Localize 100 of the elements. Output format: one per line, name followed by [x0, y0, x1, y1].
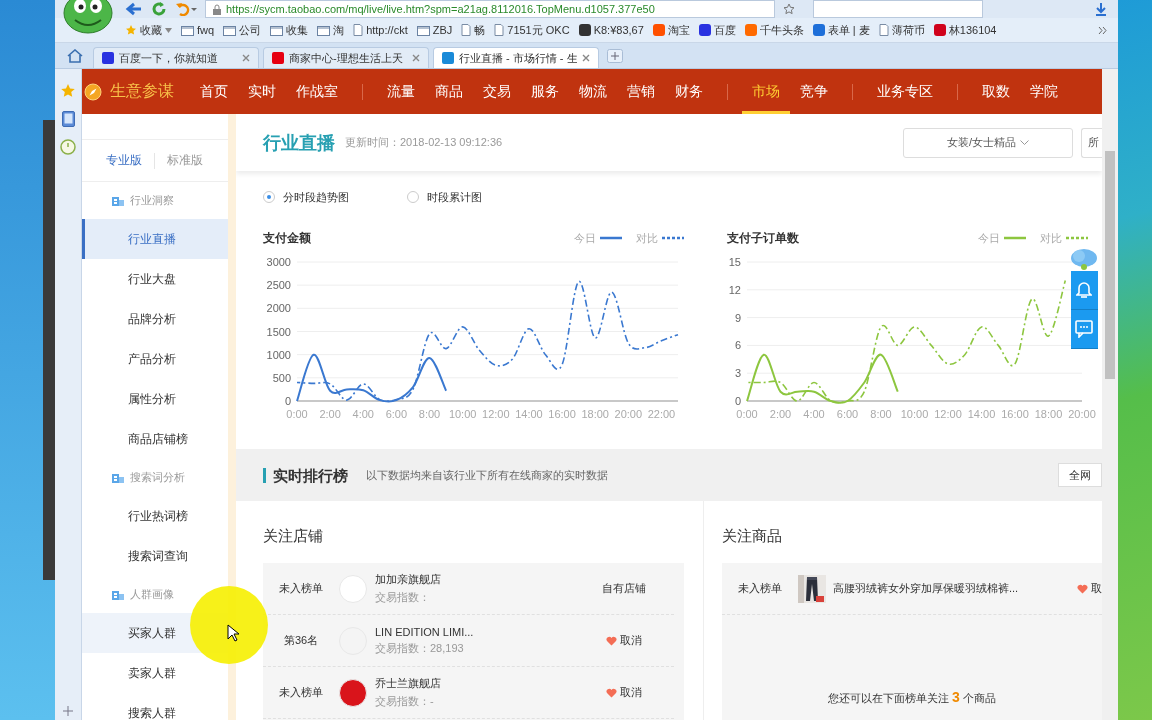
close-icon[interactable]: [242, 54, 250, 62]
nav-item[interactable]: 实时: [238, 69, 286, 114]
product-name[interactable]: 高腰羽绒裤女外穿加厚保暖羽绒棉裤...: [833, 581, 1077, 596]
scroll-thumb[interactable]: [1105, 151, 1115, 379]
sidebar-item[interactable]: 属性分析: [82, 379, 228, 419]
follow-button[interactable]: 自有店铺: [574, 581, 674, 596]
trade-index: 交易指数：28,193: [375, 640, 465, 656]
tablet-icon[interactable]: [61, 111, 75, 127]
bookmark[interactable]: 薄荷币: [878, 22, 925, 38]
nav-item[interactable]: 财务: [665, 69, 713, 114]
sidebar-item[interactable]: 搜索词查询: [82, 536, 228, 576]
notification-button[interactable]: [1070, 271, 1098, 310]
chat-icon: [1075, 320, 1093, 338]
radio-label[interactable]: 时段累计图: [427, 189, 482, 205]
bookmark[interactable]: 收藏: [125, 22, 172, 38]
nav-item[interactable]: 商品: [425, 69, 473, 114]
sidebar-item[interactable]: 行业直播: [82, 219, 228, 259]
x-tick-label: 2:00: [769, 408, 792, 420]
shop-name[interactable]: 乔士兰旗舰店: [375, 676, 574, 691]
nav-item[interactable]: 竞争: [790, 69, 838, 114]
caret-icon: [1020, 139, 1030, 146]
bookmark[interactable]: 畅: [461, 22, 486, 38]
page-icon: [494, 24, 505, 36]
browser-tab[interactable]: 行业直播 - 市场行情 - 生: [433, 47, 599, 68]
sidebar-item[interactable]: 卖家人群: [82, 653, 228, 693]
bookmark[interactable]: 公司: [223, 22, 262, 38]
bookmark[interactable]: 淘: [317, 22, 345, 38]
close-icon[interactable]: [582, 54, 590, 62]
bookmark[interactable]: 百度: [698, 22, 736, 38]
y-tick-label: 9: [734, 311, 741, 324]
x-tick-label: 2:00: [319, 408, 341, 420]
y-tick-label: 3000: [266, 256, 291, 268]
close-icon[interactable]: [412, 54, 420, 62]
search-field[interactable]: [813, 0, 983, 18]
x-tick-label: 4:00: [803, 408, 825, 420]
radio-button[interactable]: [407, 191, 419, 203]
more-icon[interactable]: [1098, 25, 1108, 35]
nav-item[interactable]: 交易: [473, 69, 521, 114]
bookmark[interactable]: http://ckt: [353, 24, 408, 36]
radio-label[interactable]: 分时段趋势图: [283, 189, 349, 205]
filter-button[interactable]: 所: [1081, 127, 1102, 158]
back-icon[interactable]: [125, 2, 143, 16]
undo-icon[interactable]: [175, 2, 197, 16]
bookmark[interactable]: 7151元 OKC: [494, 22, 570, 38]
download-icon[interactable]: [1094, 2, 1108, 16]
sidebar-item[interactable]: 品牌分析: [82, 299, 228, 339]
category-dropdown[interactable]: 女装/女士精品: [903, 127, 1073, 158]
shop-name[interactable]: 加加亲旗舰店: [375, 572, 574, 587]
plus-icon[interactable]: [63, 706, 73, 716]
nav-item[interactable]: 营销: [617, 69, 665, 114]
bookmark[interactable]: fwq: [181, 24, 215, 36]
follow-button[interactable]: 取消: [574, 685, 674, 700]
bookmark[interactable]: 千牛头条: [744, 22, 804, 38]
nav-item[interactable]: 学院: [1020, 69, 1068, 114]
nav-item[interactable]: 首页: [190, 69, 238, 114]
sidebar-item[interactable]: 行业大盘: [82, 259, 228, 299]
brand-name[interactable]: 生意参谋: [110, 81, 174, 102]
bookmark[interactable]: 林136104: [933, 22, 997, 38]
legend-label: 今日: [978, 230, 1000, 246]
compass-icon: [84, 82, 102, 101]
star-icon[interactable]: [60, 83, 76, 99]
bookmark[interactable]: 淘宝: [652, 22, 690, 38]
browser-tab[interactable]: 商家中心-理想生活上天: [263, 47, 429, 68]
follow-button[interactable]: 取消: [574, 633, 674, 648]
sidebar-item[interactable]: 搜索人群: [82, 693, 228, 720]
bookmark[interactable]: 收集: [270, 22, 309, 38]
x-tick-label: 12:00: [934, 408, 962, 420]
shop-name[interactable]: LIN EDITION LIMI...: [375, 625, 574, 638]
folder-icon: [416, 24, 430, 36]
legend-label: 对比: [1040, 230, 1062, 246]
sidebar-item[interactable]: 商品店铺榜: [82, 419, 228, 459]
nav-item[interactable]: 业务专区: [867, 69, 943, 114]
bookmark[interactable]: ZBJ: [416, 24, 453, 36]
y-tick-label: 2000: [266, 302, 291, 315]
page-title: 行业直播: [263, 131, 335, 155]
radio-button[interactable]: [263, 191, 275, 203]
x-tick-label: 0:00: [736, 408, 758, 420]
clock-icon[interactable]: [60, 139, 76, 155]
sidebar-item[interactable]: 产品分析: [82, 339, 228, 379]
scrollbar[interactable]: [1102, 69, 1118, 720]
nav-item[interactable]: 作战室: [286, 69, 348, 114]
chat-button[interactable]: [1070, 310, 1098, 349]
plus-icon[interactable]: [607, 48, 623, 63]
nav-item[interactable]: 取数: [972, 69, 1020, 114]
nav-item[interactable]: 流量: [377, 69, 425, 114]
scope-button[interactable]: 全网: [1058, 463, 1102, 487]
address-field[interactable]: https://sycm.taobao.com/mq/live/live.htm?spm=a21ag.8112016.TopMenu.d1057.377e50: [205, 0, 775, 18]
bookmark[interactable]: K8:¥83,67: [578, 24, 644, 36]
rank-text: 第36名: [282, 633, 320, 648]
sidebar-item[interactable]: 行业热词榜: [82, 496, 228, 536]
star-icon[interactable]: [783, 3, 795, 15]
refresh-icon[interactable]: [151, 1, 167, 17]
nav-item[interactable]: 物流: [569, 69, 617, 114]
nav-item[interactable]: 服务: [521, 69, 569, 114]
bookmark[interactable]: 表单 | 麦: [812, 22, 870, 38]
browser-tab[interactable]: 百度一下，你就知道: [93, 47, 259, 68]
section-heading: 人群画像: [130, 587, 174, 602]
version-tab[interactable]: 专业版: [106, 152, 142, 169]
follow-button[interactable]: 取: [1077, 581, 1102, 596]
home-icon[interactable]: [67, 48, 83, 63]
